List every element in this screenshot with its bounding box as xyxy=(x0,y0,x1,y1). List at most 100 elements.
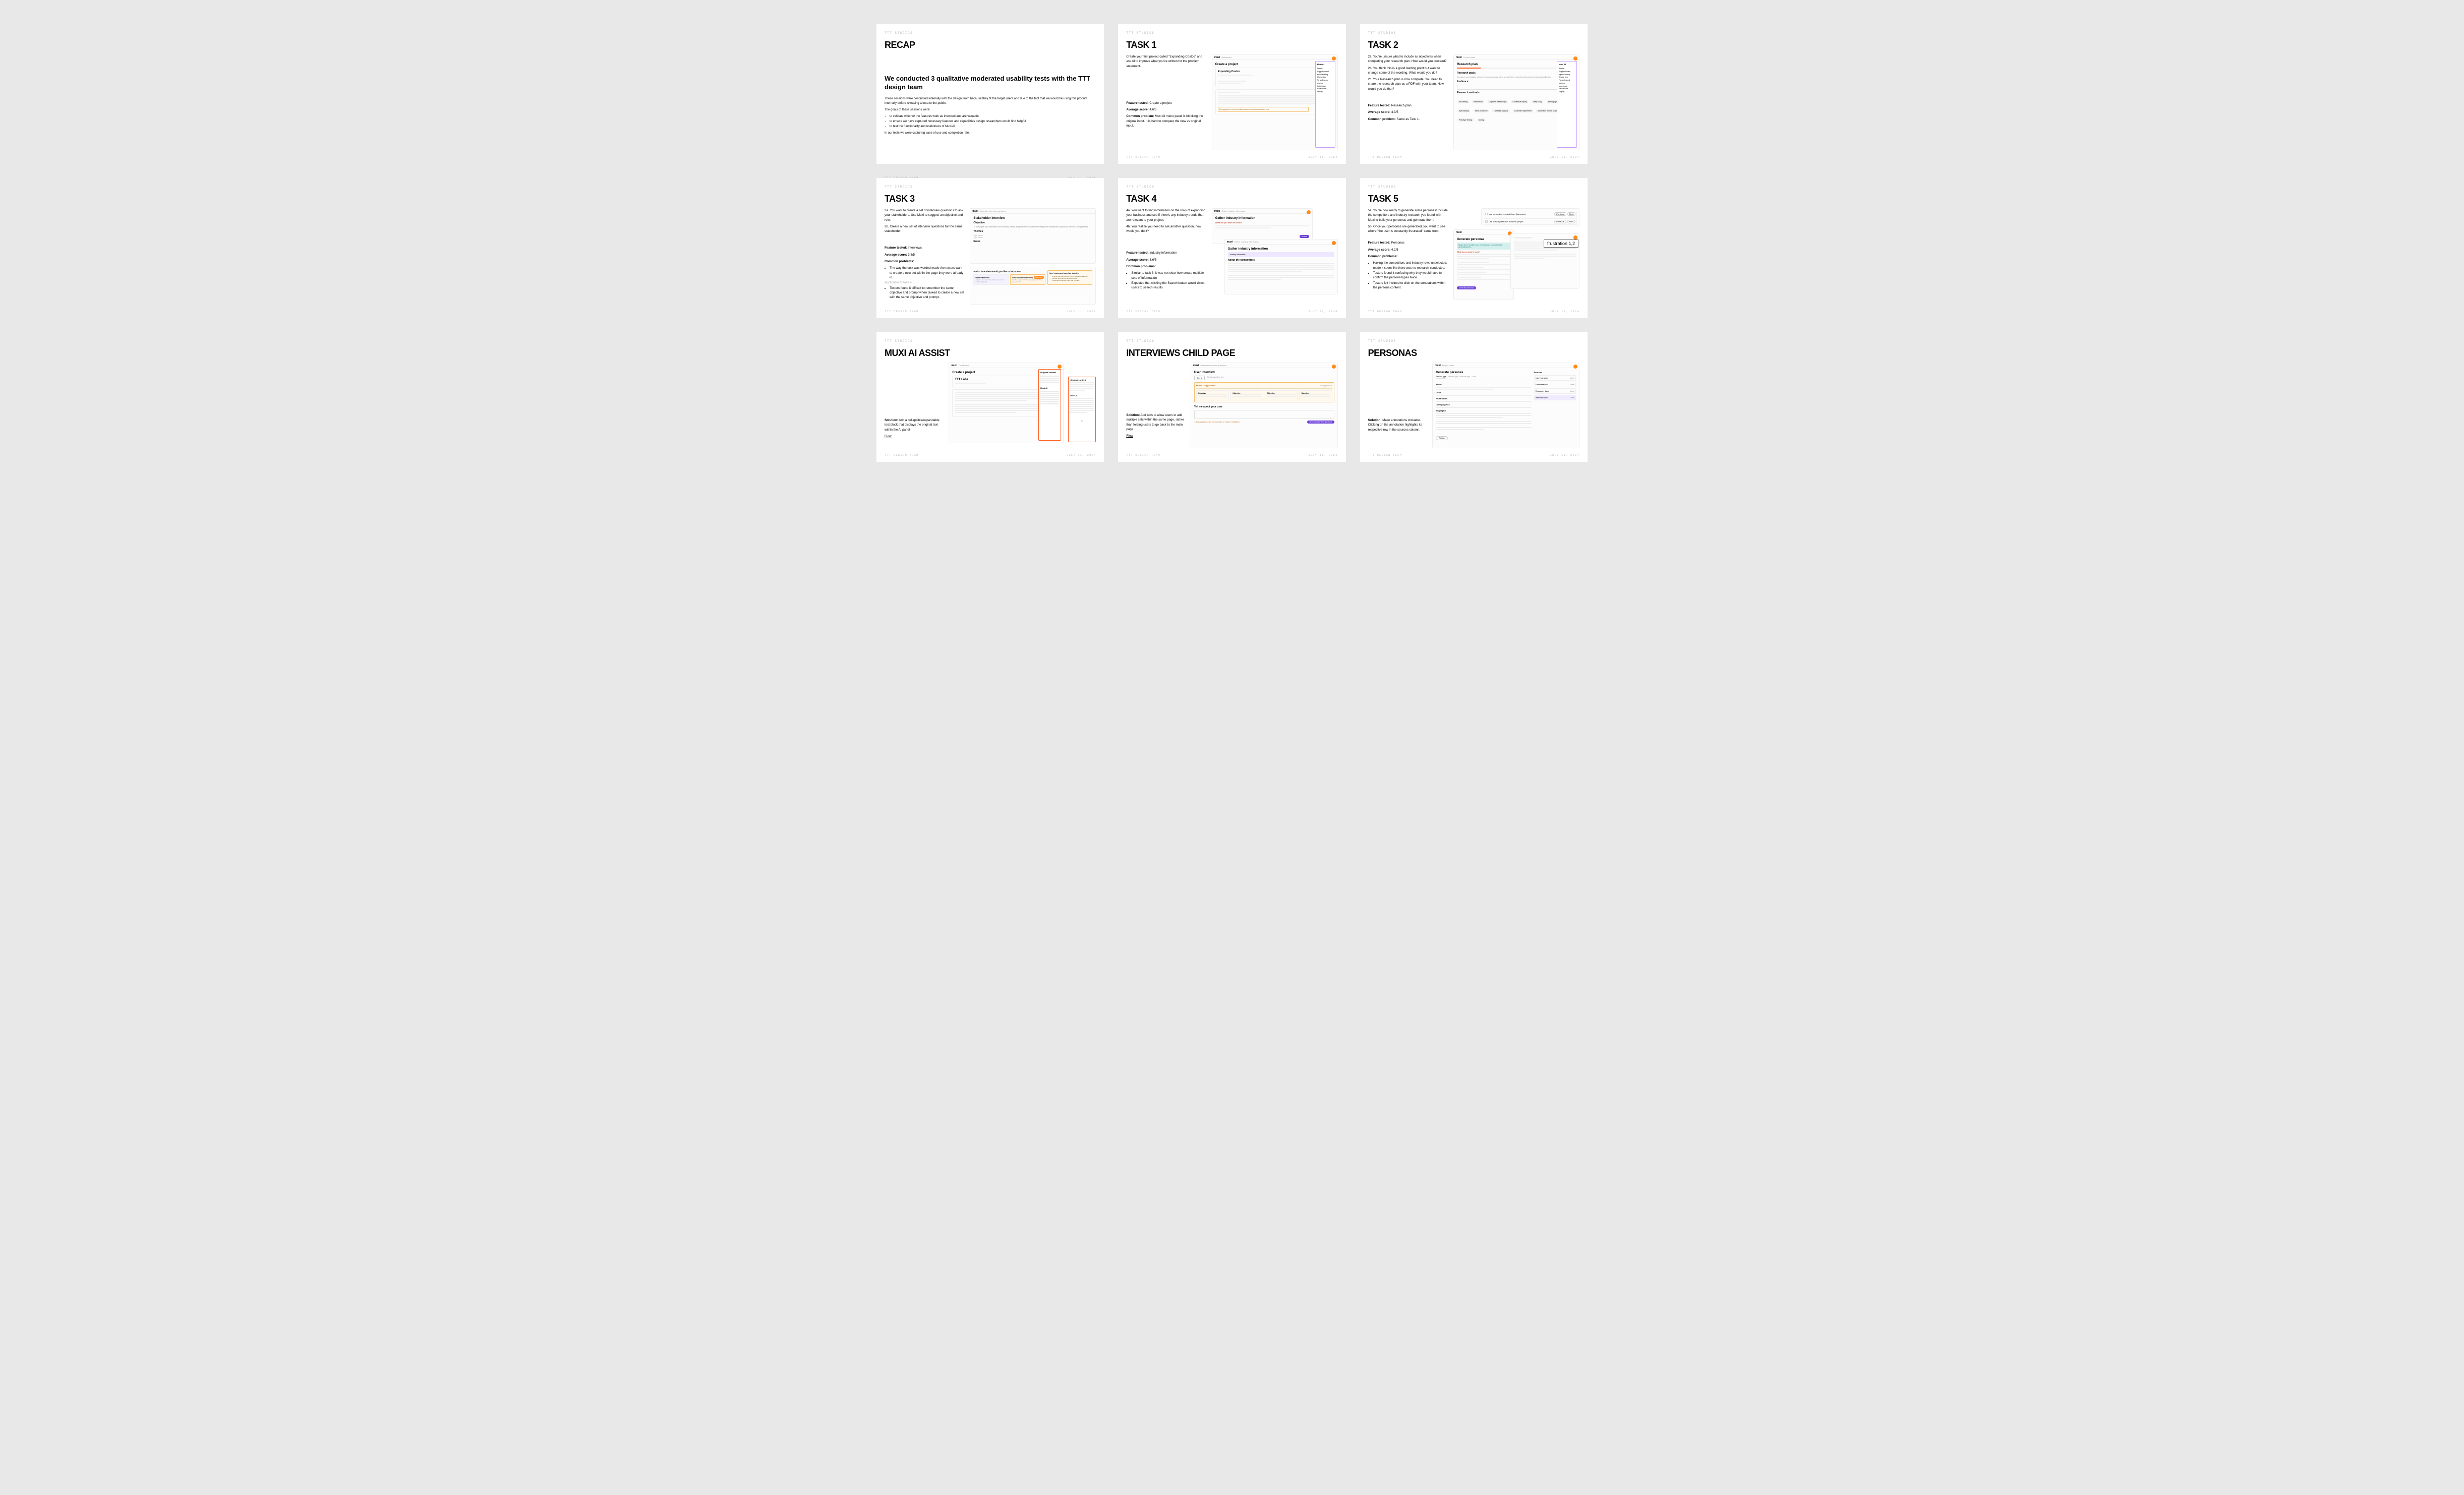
about-header: About the competitors xyxy=(1228,259,1334,262)
prompt-header: Tell me about your user xyxy=(1194,405,1334,408)
section-goals: Goals xyxy=(1436,391,1532,394)
mock-logo: muxi xyxy=(1193,364,1199,367)
problem-item: Having the competitors and industry rows… xyxy=(1373,261,1448,270)
search-button: Search xyxy=(1300,235,1309,238)
footer-team: TTT DESIGN TEAM xyxy=(1368,310,1402,313)
view-link: View xyxy=(1570,377,1574,379)
personas-text: Solution: Make annotations clickable. Cl… xyxy=(1368,363,1427,448)
flow-link[interactable]: Flow xyxy=(1126,434,1185,439)
section-demographics: Demographics xyxy=(1436,403,1532,406)
method-tag: Semi-structured xyxy=(1474,109,1489,112)
section-about: About xyxy=(1436,383,1532,386)
tab-set1: Set 1 xyxy=(1194,376,1205,380)
ai-suggestions-box: Muxi AI suggestions 4 suggestions Object… xyxy=(1194,382,1334,402)
solution-label: Solution: xyxy=(1368,418,1382,422)
task4-a: 4a. You want to find information on the … xyxy=(1126,208,1206,222)
generate-button: Generate interview questions xyxy=(1307,421,1334,424)
method-tag: Survey xyxy=(1477,118,1486,122)
prev-button: Previous xyxy=(1554,220,1566,223)
ai-summary-header: Here's summary based on objective xyxy=(1049,272,1091,274)
goal-item: to ensure we have captured necessary fea… xyxy=(890,119,1096,124)
card-recap: TTT STUDIOS RECAP We conducted 3 qualita… xyxy=(876,24,1104,164)
selected-badge: Selected xyxy=(1034,276,1044,279)
research-row: Use competitor research from this projec… xyxy=(1489,213,1526,215)
flow-link[interactable]: Flow xyxy=(885,434,944,439)
roles-header: Roles xyxy=(973,240,1092,243)
mock-heading: Gather industry information xyxy=(1215,217,1309,220)
annotation-badge xyxy=(1573,365,1577,369)
title-task1: TASK 1 xyxy=(1126,40,1337,50)
method-tag: Literature analysis xyxy=(1492,109,1509,112)
annotation-badge xyxy=(1332,56,1336,61)
method-tag: Benchmark xyxy=(1472,100,1484,103)
task2-text: 2a. You're unsure what to include as obj… xyxy=(1368,54,1448,150)
method-tag: Prototype testing xyxy=(1457,118,1474,122)
footer-team: TTT DESIGN TEAM xyxy=(885,453,919,457)
mock-breadcrumb: Project name xyxy=(1442,364,1454,367)
generate-button: Generate personas xyxy=(1457,286,1476,289)
mock-logo: muxi xyxy=(1456,231,1462,234)
studio-label: TTT STUDIOS xyxy=(1126,31,1337,35)
card-personas: TTT STUDIOS PERSONAS Solution: Make anno… xyxy=(1360,332,1588,462)
mock-logo: muxi xyxy=(1214,56,1220,59)
mock-heading: Generate personas xyxy=(1436,371,1532,374)
slides-grid: TTT STUDIOS RECAP We conducted 3 qualita… xyxy=(876,24,1588,462)
task5-a: 5a. You're now ready to generate some pe… xyxy=(1368,208,1448,222)
problem-item: Similar to task 3, it was not clear how … xyxy=(1131,271,1206,280)
score-value: 4.3/5 xyxy=(1391,110,1398,114)
task2-a: 2a. You're unsure what to include as obj… xyxy=(1368,54,1448,64)
muxi-mockup-main: muxi Dashboard Create a project TTT Labs xyxy=(949,363,1064,443)
option-stakeholder-sub: Ask the people involved in your project … xyxy=(1012,279,1043,283)
next-button: Next xyxy=(1567,212,1575,216)
recap-body: These sessions were conducted internally… xyxy=(885,97,1096,171)
panel-header: Muxi AI xyxy=(1559,63,1575,66)
task3-mockup-bot: Which interview would you like to focus … xyxy=(970,267,1096,305)
persona-tab: Persona type xyxy=(1459,376,1470,379)
score-label: Average score: xyxy=(885,253,907,257)
confirm-banner: Nearly there! Confirm your personas and … xyxy=(1457,243,1510,250)
suggestions-count: 4 suggestions xyxy=(1320,384,1332,387)
title-recap: RECAP xyxy=(885,40,1096,50)
score-label: Average score: xyxy=(1126,108,1148,111)
recap-goals-list: to validate whether the features work as… xyxy=(885,114,1096,129)
panel-header: Original content xyxy=(1070,379,1094,381)
source-item: Interview with xyxy=(1536,377,1548,379)
title-interviews: INTERVIEWS CHILD PAGE xyxy=(1126,348,1337,358)
problem-label: Common problem: xyxy=(1368,117,1396,121)
task4-b: 4b. You realize you need to ask another … xyxy=(1126,224,1206,234)
feature-value: Create a project xyxy=(1149,101,1171,105)
section-frustrations: Frustrations xyxy=(1436,397,1532,400)
solution-label: Solution: xyxy=(1126,413,1140,417)
studio-label: TTT STUDIOS xyxy=(885,339,1096,343)
feature-value: Research plan xyxy=(1391,104,1412,107)
objective-header: Objective xyxy=(973,221,1092,224)
task1-text: Create your first project called "Expand… xyxy=(1126,54,1206,150)
panel-header: Muxi AI xyxy=(1317,63,1333,66)
mock-heading: Generate personas xyxy=(1457,238,1510,241)
mock-project-name: Expanding Costco xyxy=(1218,70,1332,73)
mock-logo: muxi xyxy=(1214,210,1220,213)
question-header: What do you want to know? xyxy=(1215,221,1309,224)
next-button: Next xyxy=(1567,220,1575,223)
task4-text: 4a. You want to find information on the … xyxy=(1126,208,1206,305)
footer-date: JULY 11, 2024 xyxy=(1550,453,1579,457)
annotation-badge xyxy=(1307,210,1311,214)
score-value: 3.8/5 xyxy=(908,253,915,257)
checkbox-icon xyxy=(1485,213,1488,215)
problems-label: Common problems: xyxy=(1368,255,1397,258)
problem-item: Testers felt inclined to click on the an… xyxy=(1373,281,1448,290)
annotation-badge xyxy=(1573,56,1577,61)
refresh-button: Refresh xyxy=(1436,436,1448,440)
mock-logo: muxi xyxy=(1456,56,1462,59)
title-task4: TASK 4 xyxy=(1126,194,1337,204)
card-muxi: TTT STUDIOS MUXI AI ASSIST Solution: Add… xyxy=(876,332,1104,462)
mock-breadcrumb: Dashboard xyxy=(1221,56,1231,58)
annotation-badge xyxy=(1332,241,1336,245)
studio-label: TTT STUDIOS xyxy=(1126,185,1337,189)
studio-label: TTT STUDIOS xyxy=(1368,339,1579,343)
problem-item: The way the task was worded made the tes… xyxy=(890,266,965,280)
method-tag: Diary study xyxy=(1532,100,1544,103)
mock-ai-panel: Muxi AI Rewrite Suggest content Improve … xyxy=(1557,61,1577,148)
mock-ai-panel: Muxi AI Rewrite Suggest content Improve … xyxy=(1315,61,1335,148)
card-task3: TTT STUDIOS TASK 3 3a. You want to creat… xyxy=(876,178,1104,318)
